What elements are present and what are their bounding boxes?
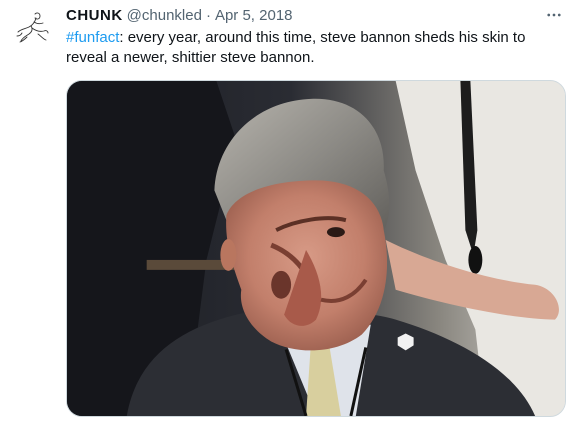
tweet-text: #funfact: every year, around this time, … xyxy=(66,28,556,68)
distorted-portrait-photo-icon xyxy=(67,81,565,416)
tweet-header: CHUNK @chunkled · Apr 5, 2018 xyxy=(66,6,293,26)
author-display-name[interactable]: CHUNK xyxy=(66,6,123,26)
tweet-photo[interactable] xyxy=(66,80,566,417)
tweet-date[interactable]: Apr 5, 2018 xyxy=(215,6,293,26)
tweet-body: : every year, around this time, steve ba… xyxy=(66,29,526,66)
tweet-card[interactable]: CHUNK @chunkled · Apr 5, 2018 #funfact: … xyxy=(0,0,575,426)
author-avatar[interactable] xyxy=(8,6,56,54)
author-handle[interactable]: @chunkled xyxy=(127,6,202,26)
more-options-button[interactable] xyxy=(543,6,565,24)
abstract-figure-icon xyxy=(8,6,56,54)
hashtag-link[interactable]: #funfact xyxy=(66,29,119,46)
more-options-icon xyxy=(547,13,561,17)
separator-dot: · xyxy=(205,7,211,24)
